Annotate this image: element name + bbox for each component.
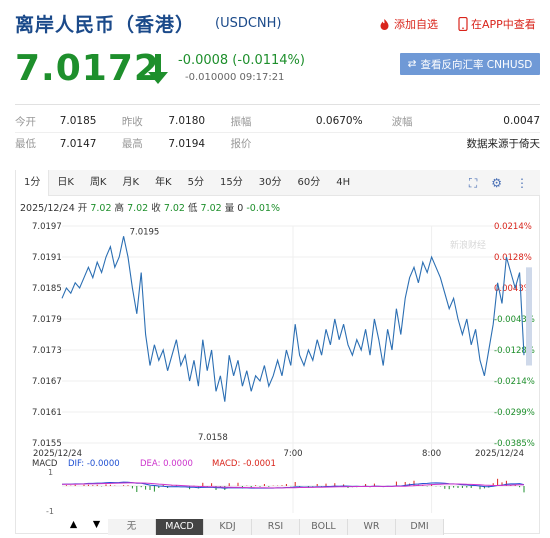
ohlc-open: 7.02 bbox=[90, 203, 112, 214]
tab-daily-k[interactable]: 日K bbox=[49, 170, 82, 196]
stat-label: 振幅 bbox=[230, 115, 252, 128]
scroll-left-icon[interactable]: ▲ bbox=[62, 519, 85, 535]
tab-5min[interactable]: 5分 bbox=[180, 170, 212, 196]
down-arrow-icon bbox=[148, 54, 168, 84]
stat-value: 7.0180 bbox=[168, 115, 206, 127]
more-icon[interactable]: ⋮ bbox=[516, 176, 528, 191]
tab-15min[interactable]: 15分 bbox=[212, 170, 251, 196]
stat-value: 0.0670% bbox=[315, 115, 363, 127]
ohlc-date: 2025/12/24 bbox=[20, 203, 75, 214]
open-in-app-button[interactable]: 在APP中查看 bbox=[458, 16, 536, 32]
indicator-bar: ▲ ▼ 无 MACD KDJ RSI BOLL WR DMI bbox=[62, 519, 444, 535]
ohlc-pct: -0.01% bbox=[246, 203, 280, 214]
indicator-kdj[interactable]: KDJ bbox=[204, 519, 252, 535]
symbol-code: (USDCNH) bbox=[215, 16, 282, 31]
ohlc-high: 7.02 bbox=[127, 203, 149, 214]
page-title: 离岸人民币（香港） bbox=[15, 14, 196, 36]
ohlc-low-label: 低 bbox=[188, 203, 198, 214]
current-price: 7.0172 bbox=[15, 48, 160, 89]
phone-icon bbox=[458, 17, 468, 31]
price-change: -0.0008 (-0.0114%) bbox=[178, 53, 305, 68]
indicator-macd[interactable]: MACD bbox=[156, 519, 204, 535]
chart-panel bbox=[15, 170, 540, 534]
stat-label: 今开 bbox=[15, 115, 36, 128]
stat-label: 报价 bbox=[230, 138, 252, 150]
stat-value: 0.0047 bbox=[503, 115, 541, 127]
tab-30min[interactable]: 30分 bbox=[251, 170, 290, 196]
period-tabs: 1分 日K 周K 月K 年K 5分 15分 30分 60分 4H bbox=[15, 169, 540, 196]
stat-value: 7.0194 bbox=[168, 137, 206, 150]
tab-4h[interactable]: 4H bbox=[328, 170, 358, 196]
fire-icon bbox=[380, 18, 389, 30]
divider bbox=[15, 104, 540, 105]
stats-row: 今开 7.0185 昨收 7.0180 振幅 0.0670% 波幅 0.0047 bbox=[15, 110, 540, 132]
ohlc-vol: 0 bbox=[237, 203, 244, 214]
add-favorite-label: 添加自选 bbox=[394, 18, 438, 31]
indicator-none[interactable]: 无 bbox=[108, 519, 156, 535]
tab-yearly-k[interactable]: 年K bbox=[147, 170, 180, 196]
ohlc-low: 7.02 bbox=[200, 203, 222, 214]
ohlc-vol-label: 量 bbox=[224, 203, 235, 214]
indicator-boll[interactable]: BOLL bbox=[300, 519, 348, 535]
scroll-right-icon[interactable]: ▼ bbox=[85, 519, 108, 535]
reverse-rate-label: 查看反向汇率 CNHUSD bbox=[420, 58, 533, 71]
tab-1min[interactable]: 1分 bbox=[15, 169, 50, 196]
update-info: -0.010000 09:17:21 bbox=[185, 72, 285, 83]
data-source-note: 数据来源于倚天 bbox=[466, 138, 541, 150]
tab-monthly-k[interactable]: 月K bbox=[115, 170, 148, 196]
ohlc-high-label: 高 bbox=[114, 203, 125, 214]
swap-icon: ⇄ bbox=[407, 58, 417, 70]
settings-icon[interactable]: ⚙ bbox=[491, 176, 502, 191]
ohlc-open-label: 开 bbox=[77, 203, 88, 214]
indicator-wr[interactable]: WR bbox=[348, 519, 396, 535]
fullscreen-icon[interactable]: ⛶ bbox=[469, 176, 477, 191]
ohlc-readout: 2025/12/24 开 7.02 高 7.02 收 7.02 低 7.02 量… bbox=[20, 200, 280, 214]
tab-60min[interactable]: 60分 bbox=[289, 170, 328, 196]
indicator-rsi[interactable]: RSI bbox=[252, 519, 300, 535]
stat-value: 7.0147 bbox=[59, 137, 97, 150]
stats-table: 今开 7.0185 昨收 7.0180 振幅 0.0670% 波幅 0.0047… bbox=[15, 110, 540, 154]
stat-label: 波幅 bbox=[391, 115, 413, 128]
ohlc-close: 7.02 bbox=[163, 203, 185, 214]
add-favorite-button[interactable]: 添加自选 bbox=[378, 16, 438, 32]
indicator-dmi[interactable]: DMI bbox=[396, 519, 444, 535]
ohlc-close-label: 收 bbox=[151, 203, 161, 214]
stat-label: 昨收 bbox=[121, 115, 143, 128]
open-in-app-label: 在APP中查看 bbox=[471, 18, 536, 31]
stat-label: 最高 bbox=[121, 138, 143, 150]
stat-label: 最低 bbox=[15, 138, 36, 150]
stat-value: 7.0185 bbox=[59, 115, 97, 127]
chart-tools: ⛶ ⚙ ⋮ bbox=[469, 176, 528, 191]
reverse-rate-button[interactable]: ⇄ 查看反向汇率 CNHUSD bbox=[400, 53, 540, 75]
stats-row: 最低 7.0147 最高 7.0194 报价 数据来源于倚天 bbox=[15, 132, 540, 154]
tab-weekly-k[interactable]: 周K bbox=[82, 170, 115, 196]
